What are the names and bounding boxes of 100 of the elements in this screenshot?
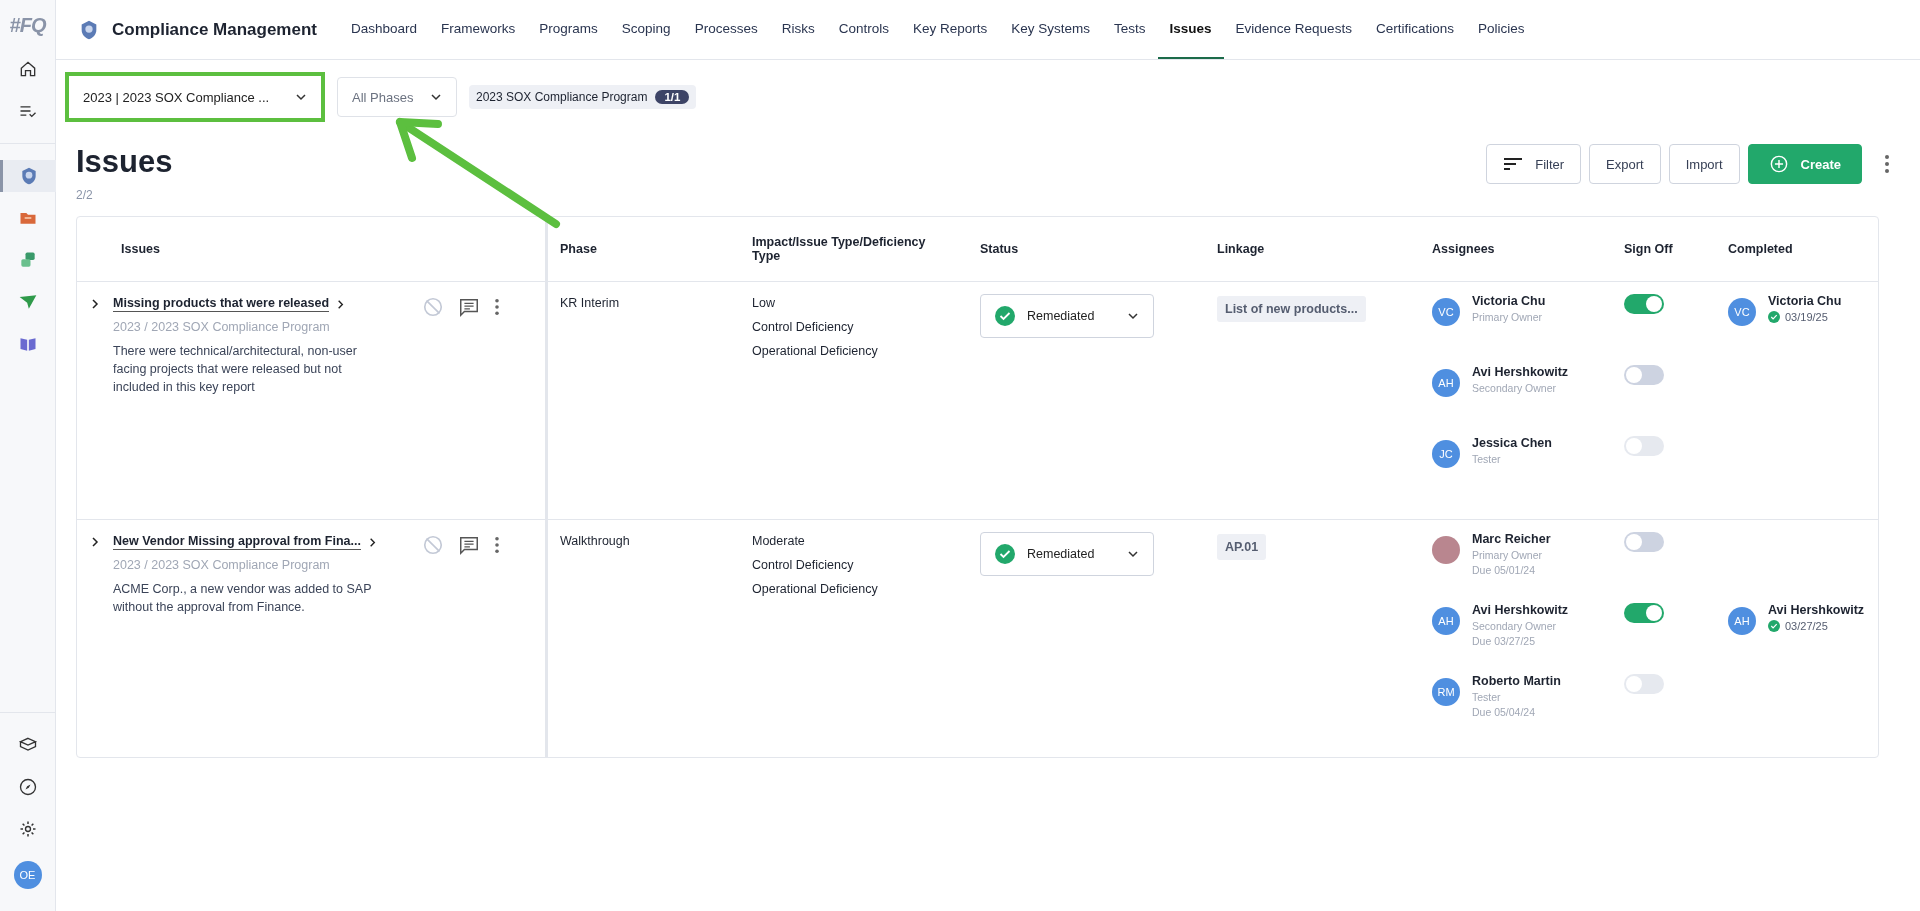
program-name: 2023 / 2023 SOX Compliance Program (113, 558, 331, 572)
phase-dropdown[interactable]: All Phases (337, 77, 457, 117)
chevron-right-icon[interactable] (89, 298, 101, 310)
chevron-down-icon (1127, 310, 1139, 322)
chip-label: 2023 SOX Compliance Program (476, 90, 648, 104)
column-header: Sign Off (1624, 242, 1673, 256)
linkage-tag[interactable]: AP.01 (1217, 534, 1267, 560)
impact-text: Moderate (752, 534, 806, 548)
nav-tab[interactable]: Tests (1102, 0, 1158, 59)
avatar: AH (1432, 607, 1460, 635)
column-header: Issues (121, 242, 160, 256)
due-date: Due 05/04/24 (1472, 706, 1537, 718)
assignee-role: Tester (1472, 691, 1502, 703)
completed-by-name: Victoria Chu (1768, 294, 1842, 308)
check-circle-icon (1768, 311, 1780, 323)
nav-tab[interactable]: Policies (1465, 0, 1537, 59)
page-title: Issues (76, 144, 173, 180)
assignee-name: Jessica Chen (1472, 436, 1552, 450)
avatar: RM (1432, 678, 1460, 706)
avatar: VC (1432, 298, 1460, 326)
impact-text: Operational Deficiency (752, 344, 879, 358)
check-circle-icon (1768, 620, 1780, 632)
sign-off-toggle[interactable] (1624, 365, 1664, 385)
plus-circle-icon (1768, 155, 1789, 173)
avatar: AH (1728, 607, 1756, 635)
filter-icon (1503, 155, 1524, 173)
assignee-name: Victoria Chu (1472, 294, 1546, 308)
chevron-down-icon (1127, 548, 1139, 560)
shield-icon[interactable] (19, 166, 39, 186)
app-logo: #FQ (9, 14, 46, 37)
result-count: 2/2 (76, 188, 94, 202)
impact-text: Control Deficiency (752, 558, 855, 572)
check-circle-icon (995, 306, 1015, 326)
due-date: Due 03/27/25 (1472, 635, 1537, 647)
nav-tab[interactable]: Risks (769, 0, 827, 59)
filter-button[interactable]: Filter (1486, 144, 1582, 184)
import-button[interactable]: Import (1668, 144, 1740, 184)
avatar: AH (1432, 369, 1460, 397)
sign-off-toggle[interactable] (1624, 532, 1664, 552)
app-title: Compliance Management (112, 19, 317, 40)
assignee-role: Tester (1472, 453, 1502, 465)
nav-tab[interactable]: Programs (527, 0, 610, 59)
check-circle-icon (995, 544, 1015, 564)
assignee-name: Avi Hershkowitz (1472, 603, 1569, 617)
phase-text: Walkthrough (560, 534, 630, 548)
column-header: Completed (1728, 242, 1793, 256)
comment-icon[interactable] (458, 534, 480, 556)
nav-tab[interactable]: Dashboard (339, 0, 430, 59)
column-header: Impact/Issue Type/Deficiency Type (752, 235, 927, 263)
column-header: Status (980, 242, 1019, 256)
assignee-role: Primary Owner (1472, 549, 1543, 561)
program-name: 2023 / 2023 SOX Compliance Program (113, 320, 331, 334)
avatar: JC (1432, 440, 1460, 468)
completed-by-name: Avi Hershkowitz (1768, 603, 1865, 617)
issue-title-link[interactable]: New Vendor Missing approval from Fina... (113, 534, 361, 550)
impact-text: Control Deficiency (752, 320, 855, 334)
completed-date: 03/19/25 (1785, 311, 1828, 323)
assignee-name: Avi Hershkowitz (1472, 365, 1569, 379)
sign-off-toggle[interactable] (1624, 294, 1664, 314)
column-header: Linkage (1217, 242, 1265, 256)
linkage-tag[interactable]: List of new products... (1217, 296, 1366, 322)
assignee-name: Marc Reicher (1472, 532, 1551, 546)
completed-date: 03/27/25 (1785, 620, 1828, 632)
assignee-role: Primary Owner (1472, 311, 1543, 323)
nav-tab[interactable]: Issues (1157, 0, 1224, 59)
photo-placeholder (1432, 536, 1460, 564)
phase-text: KR Interim (560, 296, 620, 310)
count-badge: 1/1 (655, 90, 690, 104)
issue-title-link[interactable]: Missing products that were released (113, 296, 330, 312)
impact-text: Operational Deficiency (752, 582, 879, 596)
impact-text: Low (752, 296, 776, 310)
assignee-name: Roberto Martin (1472, 674, 1561, 688)
compass-icon[interactable] (17, 777, 38, 797)
issue-description: ACME Corp., a new vendor was added to SAP without the approval from Finance. (113, 581, 373, 617)
column-header: Phase (560, 242, 597, 256)
chevron-down-icon (295, 91, 307, 103)
more-icon[interactable] (494, 536, 500, 554)
column-header: Assignees (1432, 242, 1495, 256)
assignee-role: Secondary Owner (1472, 382, 1558, 394)
sign-off-toggle[interactable] (1624, 603, 1664, 623)
nav-tab[interactable]: Key Systems (999, 0, 1102, 59)
nav-tab[interactable]: Controls (826, 0, 901, 59)
assignee-role: Secondary Owner (1472, 620, 1558, 632)
export-button[interactable]: Export (1589, 144, 1661, 184)
more-icon[interactable] (494, 298, 500, 316)
issue-description: There were technical/architectural, non-user facing projects that were released but not included in this key report (113, 343, 358, 397)
chevron-down-icon (430, 91, 442, 103)
more-icon[interactable] (1884, 154, 1890, 174)
nav-tab[interactable]: Key Reports (900, 0, 1000, 59)
avatar: VC (1728, 298, 1756, 326)
nav-tab[interactable]: Scoping (609, 0, 683, 59)
nav-tab[interactable]: Processes (682, 0, 770, 59)
nav-tab[interactable]: Certifications (1363, 0, 1466, 59)
chevron-right-icon[interactable] (89, 536, 101, 548)
nav-tab[interactable]: Frameworks (429, 0, 528, 59)
status-dropdown[interactable]: Remediated (980, 294, 1154, 338)
nav-tab[interactable]: Evidence Requests (1223, 0, 1364, 59)
status-dropdown[interactable]: Remediated (980, 532, 1154, 576)
comment-icon[interactable] (458, 296, 480, 318)
due-date: Due 05/01/24 (1472, 564, 1537, 576)
